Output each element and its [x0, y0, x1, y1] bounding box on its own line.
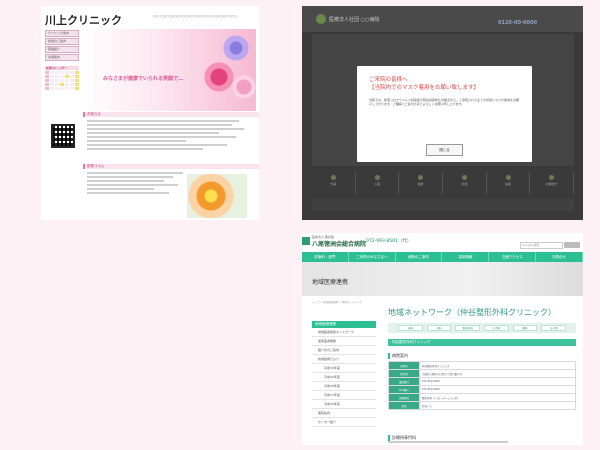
clinic-name-bar: 仲谷整形外科クリニック: [388, 339, 576, 346]
hero-text: みなさまが健康でいられる笑顔で…: [103, 76, 184, 82]
nav-icon: [549, 175, 555, 180]
nav-icon: [461, 175, 467, 180]
search-input[interactable]: Google 検索: [520, 242, 563, 249]
news-text: [87, 120, 252, 152]
tab[interactable]: 眼科: [512, 325, 538, 331]
site-tagline: ○○○○○○○○○○○○○○○○○○○○○○○○○○○○○○○○: [153, 14, 237, 18]
table-row: 院長 仲谷 ○○: [388, 401, 576, 410]
side-menu: 地域医療連携 地域医療連携ネットワーク 連携医療機関 紹介状のご案内 地域連携だ…: [312, 321, 376, 427]
notice-modal: ご来院の皆様へ 【当院内でのマスク着用をお願い致します】 当院では、新型コロナウ…: [357, 66, 532, 162]
side-menu-item[interactable]: 平成29年度: [312, 373, 376, 382]
nav-item[interactable]: 入院: [356, 172, 400, 194]
nav-icon: [505, 175, 511, 180]
tab[interactable]: 外科: [426, 325, 452, 331]
qr-code: [51, 124, 75, 148]
modal-title: ご来院の皆様へ 【当院内でのマスク着用をお願い致します】: [369, 77, 480, 91]
logo-icon[interactable]: [316, 14, 326, 24]
table-row: 病院名 仲谷整形外科クリニック: [388, 361, 576, 370]
hospital-logo-icon[interactable]: [302, 237, 310, 245]
side-menu-item[interactable]: 紹介状のご案内: [312, 346, 376, 355]
search-button[interactable]: [564, 242, 580, 248]
icon-nav: 外来 入院 健診 交通 採用 お問合せ: [312, 172, 575, 194]
section-header: お知らせ: [83, 112, 259, 117]
nav-item[interactable]: お問合せ: [536, 252, 583, 262]
flower-image: [187, 174, 247, 218]
side-menu-item[interactable]: 連携医療機関: [312, 337, 376, 346]
side-menu-item[interactable]: 平成28年度: [312, 382, 376, 391]
nav-item[interactable]: 病院のご案内: [396, 252, 443, 262]
hero-image: みなさまが健康でいられる笑顔で…: [81, 29, 257, 111]
nav-icon: [418, 175, 424, 180]
page-heading: 地域ネットワーク（仲谷整形外科クリニック）: [388, 308, 556, 317]
clinic-info-table: 病院名 仲谷整形外科クリニック 所在地 大阪府八尾市〇〇町〇丁目〇番〇号 電話番号 0…: [388, 361, 576, 410]
table-row: FAX番号 072-000-0000: [388, 385, 576, 394]
banner-title: 地域医療連携: [312, 279, 349, 286]
nav-item[interactable]: クリニック案内: [45, 30, 79, 37]
phone-number: 072-993-8501（代）: [366, 239, 412, 244]
section-heading: 病院案内: [388, 353, 408, 359]
network-page-screenshot: 医療法人 藤井会 八尾徳洲会総合病院 072-993-8501（代） Googl…: [302, 233, 583, 445]
nav-icon: [330, 175, 336, 180]
nav-item[interactable]: 診療のご案内: [45, 38, 79, 45]
tab[interactable]: 小児科: [484, 325, 509, 331]
nav-item[interactable]: 外来: [312, 172, 356, 194]
side-menu-item[interactable]: 平成27年度: [312, 391, 376, 400]
side-menu-item[interactable]: センター紹介: [312, 418, 376, 427]
hospital-name[interactable]: 八尾徳洲会総合病院: [312, 239, 366, 248]
tab[interactable]: 整形外科: [455, 325, 481, 331]
nav-item[interactable]: 交通アクセス: [489, 252, 537, 262]
tab[interactable]: その他: [541, 325, 567, 331]
modal-body: 当院では、新型コロナウイルス感染症の院内感染防止の観点から、ご来院される全ての皆…: [369, 98, 520, 107]
phone-number: 0120-00-0000: [498, 20, 537, 26]
table-row: 電話番号 072-000-0000: [388, 377, 576, 386]
sidebar-nav: クリニック案内 診療のご案内 院長紹介 交通案内: [45, 30, 79, 62]
side-menu-item[interactable]: 平成26年度: [312, 400, 376, 409]
nav-item[interactable]: 診療科・部門: [302, 252, 349, 262]
column-text: [87, 172, 183, 196]
side-menu-item[interactable]: 地域連携だより: [312, 355, 376, 364]
nav-icon: [374, 175, 380, 180]
side-menu-item[interactable]: 病院案内: [312, 409, 376, 418]
close-button[interactable]: 閉じる: [426, 144, 463, 156]
nav-item[interactable]: 健診: [399, 172, 444, 194]
nav-item[interactable]: 院長紹介: [45, 46, 79, 53]
nav-item[interactable]: 採用: [487, 172, 531, 194]
nav-item[interactable]: お問合せ: [530, 172, 575, 194]
text-line: [388, 441, 508, 443]
side-menu-title[interactable]: 地域医療連携: [312, 321, 376, 328]
table-row: 診療科目 整形外科 リハビリテーション科: [388, 393, 576, 402]
nav-item[interactable]: ご来院のみなさまへ: [349, 252, 396, 262]
site-header: 医療法人社団 ○○病院 0120-00-0000: [302, 6, 583, 32]
nav-item[interactable]: 採用情報: [442, 252, 490, 262]
global-nav: 診療科・部門 ご来院のみなさまへ 病院のご案内 採用情報 交通アクセス お問合せ: [302, 252, 583, 262]
flower-icon: [231, 74, 257, 100]
table-row: 所在地 大阪府八尾市〇〇町〇丁目〇番〇号: [388, 369, 576, 378]
tab[interactable]: 内科: [398, 325, 423, 331]
nav-item[interactable]: 交通案内: [45, 54, 79, 61]
hospital-website-screenshot: 医療法人社団 ○○病院 0120-00-0000 外来 入院 健診 交通 採用 …: [302, 6, 583, 220]
site-title[interactable]: 川上クリニック: [45, 12, 122, 28]
side-menu-item[interactable]: 平成30年度: [312, 364, 376, 373]
category-tabs: 内科 外科 整形外科 小児科 眼科 その他: [388, 323, 576, 333]
side-menu-item[interactable]: 地域医療連携ネットワーク: [312, 328, 376, 337]
hospital-name: 医療法人社団 ○○病院: [329, 17, 380, 23]
nav-item[interactable]: 交通: [443, 172, 487, 194]
clinic-website-screenshot: 川上クリニック ○○○○○○○○○○○○○○○○○○○○○○○○○○○○○○○○…: [41, 6, 259, 220]
calendar: 診療カレンダー: [45, 66, 79, 102]
calendar-grid: [45, 71, 79, 90]
footer-bar: [312, 199, 574, 211]
breadcrumb[interactable]: トップ > 地域医療連携 > 地域ネットワーク: [312, 300, 362, 304]
flower-icon: [221, 33, 251, 63]
section-header: 院長コラム: [83, 164, 259, 169]
calendar-title: 診療カレンダー: [45, 66, 79, 70]
